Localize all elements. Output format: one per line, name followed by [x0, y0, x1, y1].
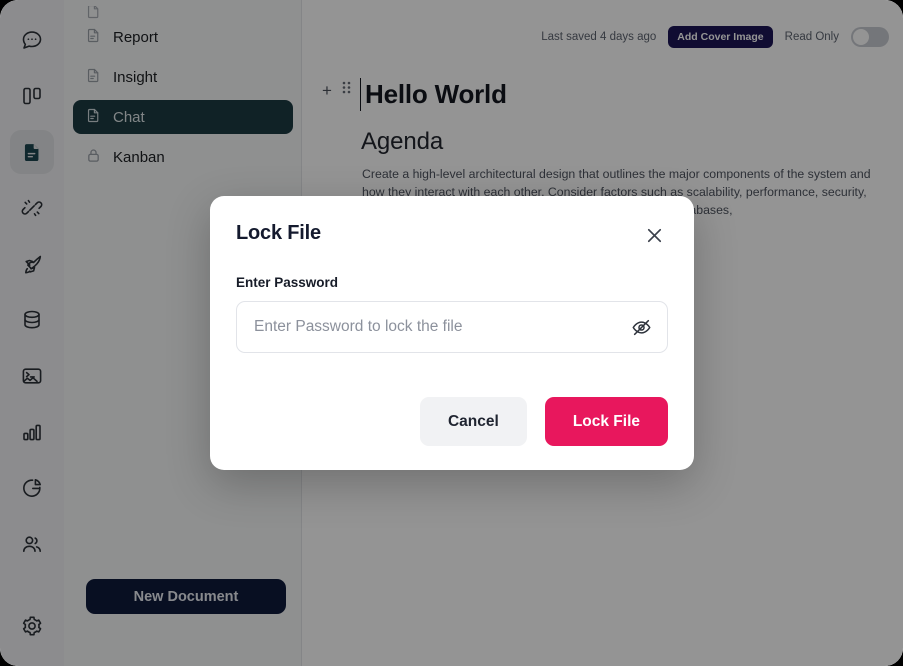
- eye-off-icon[interactable]: [626, 312, 656, 342]
- dialog-title: Lock File: [236, 222, 321, 244]
- cancel-button[interactable]: Cancel: [419, 397, 527, 446]
- password-field-label: Enter Password: [236, 275, 339, 290]
- close-icon[interactable]: [641, 222, 668, 249]
- dialog-header: Lock File: [236, 222, 668, 249]
- lock-file-dialog: Lock File Enter Password Cancel Lock Fil…: [210, 196, 694, 470]
- application-window: Report Insight Chat Kanban New Document …: [0, 0, 903, 666]
- password-field-group: [236, 301, 668, 353]
- lock-file-button[interactable]: Lock File: [544, 397, 668, 446]
- dialog-actions: Cancel Lock File: [236, 397, 668, 446]
- password-input[interactable]: [236, 301, 668, 353]
